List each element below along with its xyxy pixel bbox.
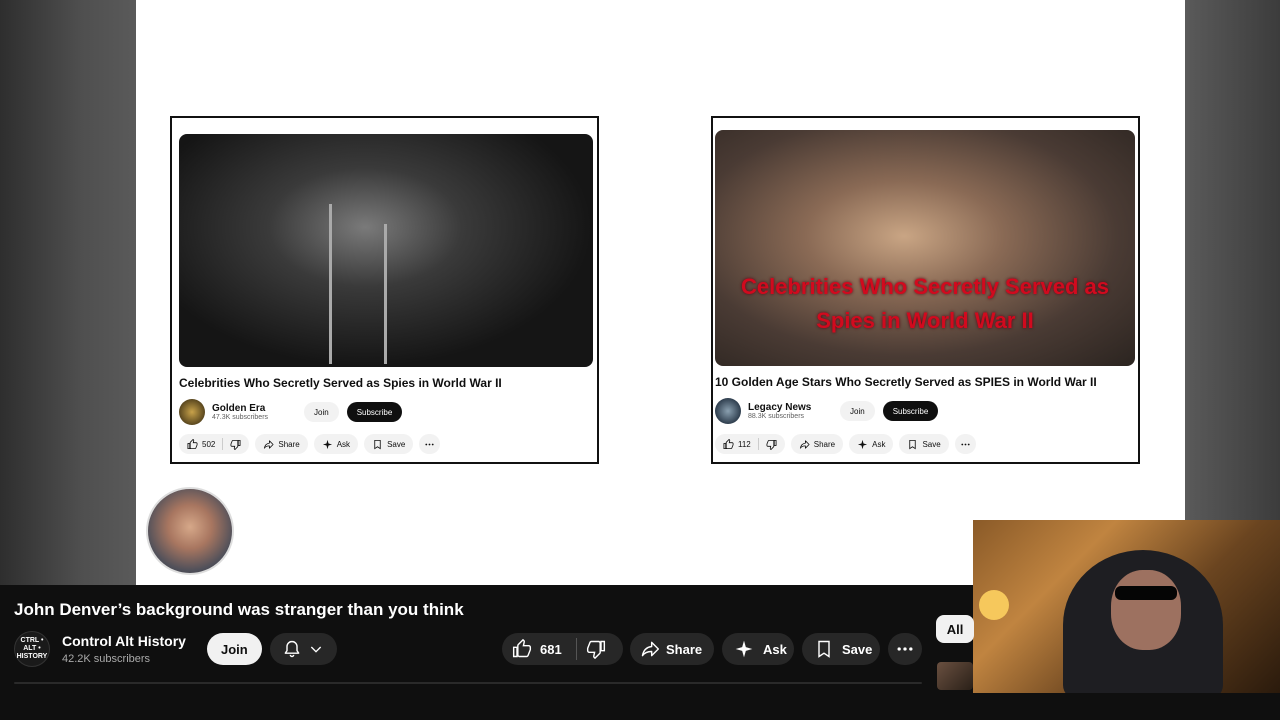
card-subscribe-button: Subscribe [346, 402, 403, 422]
dislike-icon [230, 439, 241, 450]
video-thumbnail [179, 134, 593, 367]
card-ask-button: Ask [313, 434, 359, 454]
card-join-button: Join [304, 402, 339, 422]
card-video-title: 10 Golden Age Stars Who Secretly Served … [715, 375, 1097, 389]
card-save-button: Save [899, 434, 949, 454]
channel-avatar [179, 399, 205, 425]
presenter-webcam [973, 520, 1280, 693]
card-share-label: Share [813, 439, 836, 449]
like-icon [723, 438, 734, 449]
card-ask-label: Ask [872, 439, 886, 449]
more-icon [897, 647, 913, 651]
card-save-button: Save [364, 434, 414, 454]
card-subscriber-count: 47.3K subscribers [212, 414, 269, 421]
share-icon [641, 641, 660, 657]
share-icon [799, 439, 810, 449]
like-count[interactable]: 681 [540, 642, 562, 657]
chevron-down-icon [311, 646, 322, 653]
video-title: John Denver’s background was stranger th… [14, 600, 464, 619]
ask-label: Ask [763, 641, 787, 657]
card-like-group: 112 [715, 434, 785, 454]
ask-sparkle-icon [735, 640, 753, 658]
save-icon [374, 439, 381, 449]
video-thumbnail: Celebrities Who Secretly Served as Spies… [715, 130, 1135, 366]
like-icon[interactable] [512, 639, 532, 659]
video-backdrop-right [1185, 0, 1280, 520]
card-join-button: Join [840, 401, 875, 421]
channel-avatar [715, 398, 741, 424]
card-share-label: Share [278, 439, 300, 449]
filter-chip-all[interactable]: All [936, 615, 974, 643]
channel-logo[interactable]: CTRL • ALT • HISTORY [14, 631, 50, 667]
card-save-label: Save [922, 439, 941, 449]
save-icon [909, 439, 917, 449]
card-share-button: Share [255, 434, 308, 454]
like-dislike-group: 681 [502, 633, 623, 665]
card-like-count: 502 [202, 439, 216, 449]
dislike-icon[interactable] [586, 639, 606, 659]
related-video-thumbnail[interactable] [937, 662, 973, 690]
like-divider [575, 638, 577, 660]
card-more-button [419, 434, 441, 454]
description-divider [14, 682, 922, 684]
share-button[interactable]: Share [630, 633, 714, 665]
card-like-group: 502 [179, 434, 250, 454]
ask-sparkle-icon [322, 439, 332, 449]
card-save-label: Save [387, 439, 406, 449]
video-backdrop-left [0, 0, 136, 585]
bell-icon [284, 640, 300, 658]
save-button[interactable]: Save [802, 633, 880, 665]
card-channel-name: Legacy News [748, 402, 812, 413]
card-share-button: Share [790, 434, 844, 454]
save-label: Save [842, 641, 873, 657]
ask-button[interactable]: Ask [722, 633, 794, 665]
save-icon [818, 640, 830, 658]
share-label: Share [666, 641, 703, 657]
card-channel-name: Golden Era [212, 403, 266, 414]
screenshot-card-legacy-news: Celebrities Who Secretly Served as Spies… [711, 116, 1140, 464]
notifications-button[interactable] [269, 633, 337, 665]
thumbnail-caption: Celebrities Who Secretly Served as Spies… [740, 274, 1110, 333]
card-subscribe-button: Subscribe [882, 401, 939, 421]
more-icon [425, 443, 434, 445]
subscriber-count: 42.2K subscribers [62, 653, 151, 665]
more-icon [961, 443, 970, 445]
card-more-button [954, 434, 976, 454]
more-actions-button[interactable] [888, 633, 922, 665]
presenter-circle-cam [146, 487, 234, 575]
channel-name[interactable]: Control Alt History [62, 633, 202, 649]
card-subscriber-count: 88.3K subscribers [748, 413, 805, 420]
share-icon [264, 439, 274, 449]
card-ask-button: Ask [849, 434, 894, 454]
screenshot-card-golden-era: Celebrities Who Secretly Served as Spies… [170, 116, 599, 464]
card-ask-label: Ask [336, 439, 351, 449]
join-button[interactable]: Join [207, 633, 262, 665]
ask-sparkle-icon [858, 439, 868, 449]
dislike-icon [766, 439, 777, 450]
card-video-title: Celebrities Who Secretly Served as Spies… [179, 376, 502, 390]
card-like-count: 112 [738, 439, 751, 449]
like-icon [187, 438, 198, 449]
